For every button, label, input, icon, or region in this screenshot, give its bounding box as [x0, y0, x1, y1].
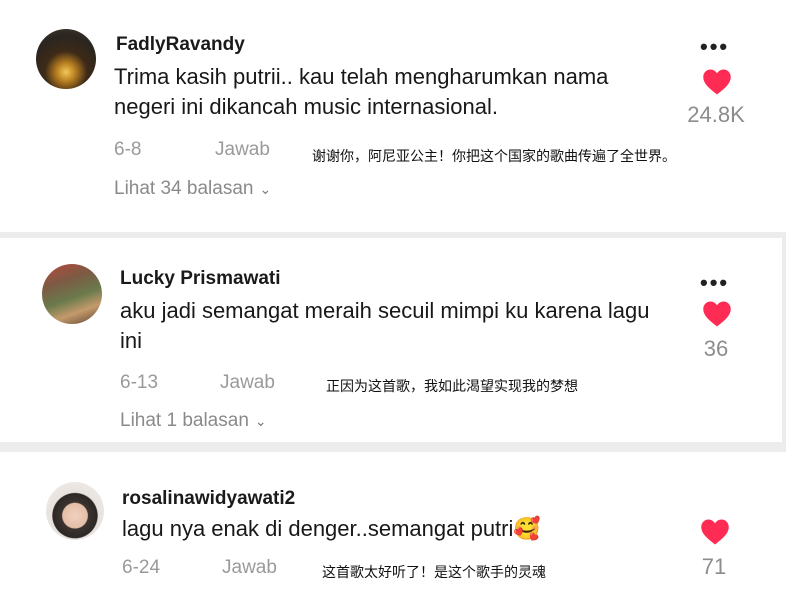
- comment-text: Trima kasih putrii.. kau telah mengharum…: [114, 64, 609, 119]
- heart-icon[interactable]: [702, 300, 732, 328]
- more-options-icon[interactable]: •••: [700, 36, 729, 58]
- like-count: 24.8K: [687, 102, 745, 127]
- avatar[interactable]: [42, 264, 102, 324]
- comment-text: aku jadi semangat meraih secuil mimpi ku…: [120, 298, 650, 353]
- comment-date: 6-13: [120, 372, 159, 393]
- like-count: 71: [701, 554, 727, 579]
- chevron-down-icon: ⌄: [259, 180, 272, 197]
- heart-icon[interactable]: [700, 518, 730, 546]
- more-options-icon[interactable]: •••: [700, 272, 729, 294]
- reply-button[interactable]: Jawab: [220, 372, 275, 394]
- translation-text: 正因为这首歌，我如此渴望实现我的梦想: [326, 379, 578, 395]
- avatar[interactable]: [46, 482, 104, 540]
- comment-date: 6-24: [122, 557, 161, 578]
- view-replies-label: Lihat 1 balasan: [120, 410, 249, 431]
- view-replies-label: Lihat 34 balasan: [114, 178, 254, 199]
- heart-icon[interactable]: [702, 68, 732, 96]
- translation-text: 谢谢你，阿尼亚公主！你把这个国家的歌曲传遍了全世界。: [312, 149, 676, 165]
- smiling-face-hearts-icon: 🥰: [513, 516, 541, 541]
- view-replies-button[interactable]: Lihat 1 balasan ⌄: [120, 410, 267, 432]
- comment-username[interactable]: Lucky Prismawati: [120, 268, 281, 290]
- avatar[interactable]: [36, 29, 96, 89]
- translation-text: 这首歌太好听了！是这个歌手的灵魂: [322, 565, 546, 581]
- reply-button[interactable]: Jawab: [215, 139, 270, 161]
- comment-text: lagu nya enak di denger..semangat putri: [122, 516, 514, 541]
- reply-button[interactable]: Jawab: [222, 557, 277, 579]
- chevron-down-icon: ⌄: [254, 412, 267, 429]
- comment-username[interactable]: rosalinawidyawati2: [122, 488, 295, 510]
- view-replies-button[interactable]: Lihat 34 balasan ⌄: [114, 178, 271, 200]
- comment-text-row: lagu nya enak di denger..semangat putri🥰: [122, 514, 682, 544]
- like-count: 36: [703, 336, 729, 361]
- comment-username[interactable]: FadlyRavandy: [116, 34, 245, 56]
- comment-date: 6-8: [114, 139, 142, 160]
